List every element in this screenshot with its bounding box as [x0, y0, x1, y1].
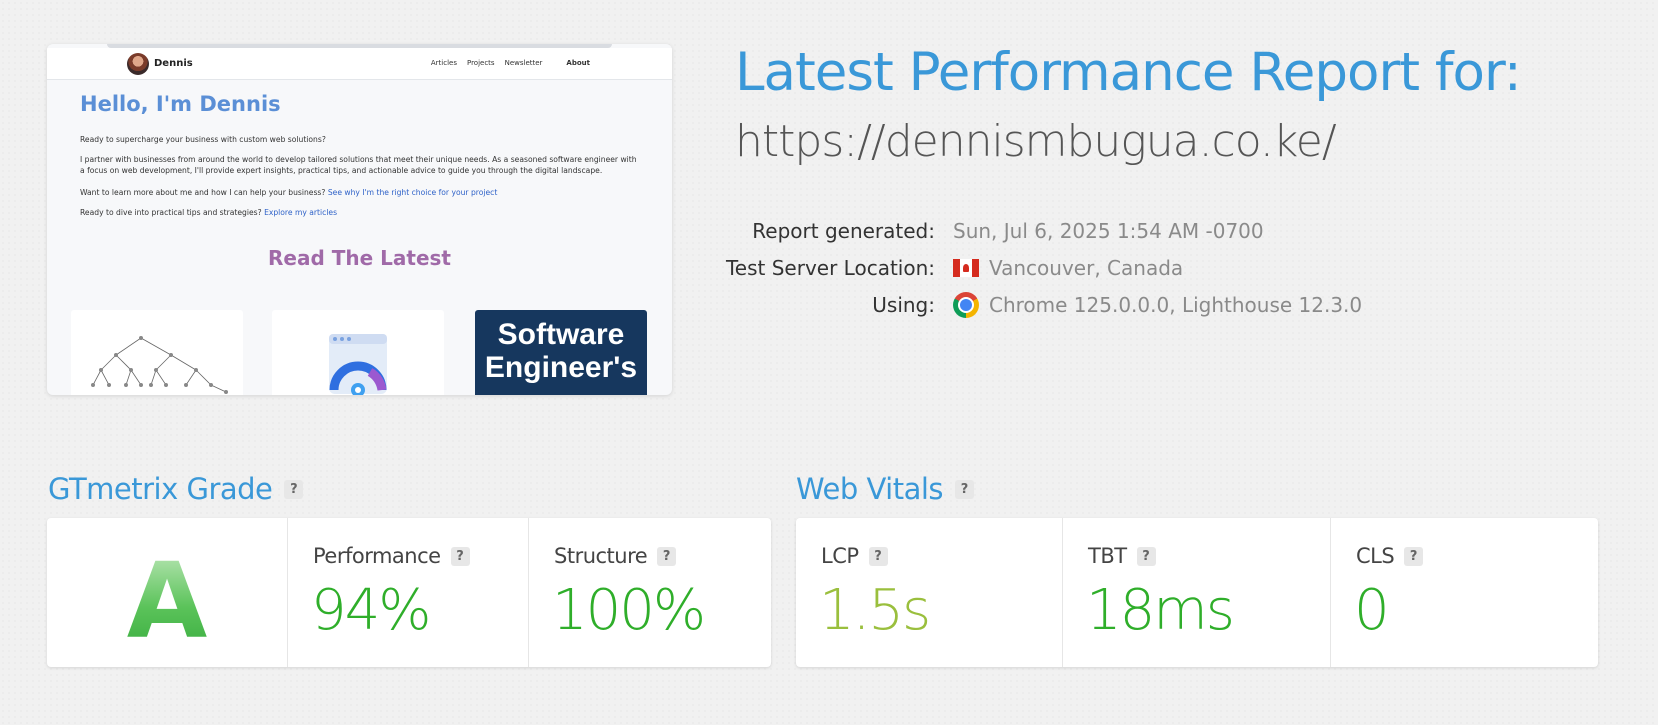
- cls-cell: CLS ? 0: [1331, 518, 1598, 667]
- structure-label-row: Structure ?: [554, 544, 677, 568]
- using-text: Chrome 125.0.0.0, Lighthouse 12.3.0: [989, 292, 1363, 317]
- lcp-cell: LCP ? 1.5s: [796, 518, 1063, 667]
- report-title: Latest Performance Report for:: [735, 42, 1522, 103]
- tree-diagram-icon: [91, 336, 228, 394]
- generated-date: Sun, Jul 6, 2025 1:54 AM -0700: [953, 218, 1264, 243]
- meta-row-using: Using: Chrome 125.0.0.0, Lighthouse 12.3…: [700, 286, 1362, 323]
- canada-flag-icon: [953, 258, 979, 277]
- report-url[interactable]: https://dennismbugua.co.ke/: [735, 116, 1337, 167]
- thumbnail-paragraph-4: Ready to dive into practical tips and st…: [80, 207, 640, 218]
- thumbnail-menu-articles: Articles: [430, 59, 457, 67]
- thumbnail-paragraph-3: Want to learn more about me and how I ca…: [80, 187, 640, 198]
- chrome-icon: [953, 291, 979, 318]
- tbt-label: TBT: [1088, 544, 1127, 568]
- grade-cell: A: [47, 518, 288, 667]
- structure-cell: Structure ? 100%: [529, 518, 771, 667]
- gtmetrix-grade-panel: A Performance ? 94% Structure ? 100%: [47, 518, 771, 667]
- report-meta: Report generated: Sun, Jul 6, 2025 1:54 …: [700, 212, 1362, 323]
- performance-label: Performance: [313, 544, 441, 568]
- help-icon[interactable]: ?: [450, 546, 470, 566]
- lcp-value: 1.5s: [819, 578, 931, 643]
- thumbnail-menu: Articles Projects Newsletter About: [431, 59, 590, 67]
- thumbnail-brand: Dennis: [154, 58, 193, 69]
- tbt-value: 18ms: [1086, 578, 1235, 643]
- location-value: Vancouver, Canada: [953, 256, 1183, 280]
- help-icon[interactable]: ?: [284, 479, 304, 499]
- thumbnail-hello-heading: Hello, I'm Dennis: [80, 92, 281, 116]
- thumbnail-p4-link: Explore my articles: [264, 208, 338, 217]
- cls-label: CLS: [1356, 544, 1395, 568]
- thumbnail-article-card-tree: [71, 310, 243, 395]
- thumbnail-read-latest-heading: Read The Latest: [268, 246, 451, 270]
- structure-value: 100%: [552, 578, 706, 643]
- using-label: Using:: [872, 292, 935, 317]
- tbt-cell: TBT ? 18ms: [1063, 518, 1331, 667]
- performance-cell: Performance ? 94%: [288, 518, 529, 667]
- generated-value: Sun, Jul 6, 2025 1:54 AM -0700: [953, 219, 1264, 243]
- lcp-label: LCP: [821, 544, 859, 568]
- grade-letter: A: [47, 540, 287, 662]
- page-screenshot-thumbnail[interactable]: Dennis Articles Projects Newsletter Abou…: [47, 44, 672, 395]
- meta-row-generated: Report generated: Sun, Jul 6, 2025 1:54 …: [700, 212, 1362, 249]
- thumbnail-article-card-speed: [272, 310, 444, 395]
- web-vitals-panel: LCP ? 1.5s TBT ? 18ms CLS ? 0: [796, 518, 1598, 667]
- thumbnail-paragraph-1: Ready to supercharge your business with …: [80, 135, 326, 144]
- meta-row-location: Test Server Location: Vancouver, Canada: [700, 249, 1362, 286]
- thumbnail-menu-projects: Projects: [466, 59, 495, 67]
- performance-value: 94%: [311, 578, 431, 643]
- thumbnail-menu-newsletter: Newsletter: [504, 59, 543, 67]
- thumbnail-menu-about: About: [566, 59, 590, 67]
- speed-gauge-icon: [329, 334, 387, 395]
- thumbnail-p4-text: Ready to dive into practical tips and st…: [80, 208, 262, 217]
- lcp-label-row: LCP ?: [821, 544, 888, 568]
- gtmetrix-grade-title: GTmetrix Grade: [48, 472, 273, 506]
- help-icon[interactable]: ?: [955, 479, 975, 499]
- help-icon[interactable]: ?: [657, 546, 677, 566]
- cls-value: 0: [1354, 578, 1390, 643]
- cls-label-row: CLS ?: [1356, 544, 1424, 568]
- location-text: Vancouver, Canada: [989, 255, 1184, 280]
- thumbnail-p3-text: Want to learn more about me and how I ca…: [80, 188, 326, 197]
- thumbnail-paragraph-2: I partner with businesses from around th…: [80, 155, 637, 175]
- structure-label: Structure: [554, 544, 648, 568]
- avatar: [127, 53, 149, 75]
- thumbnail-navbar: Dennis Articles Projects Newsletter Abou…: [47, 48, 672, 80]
- thumbnail-article-card-book: Software Engineer's: [475, 310, 647, 395]
- gtmetrix-grade-heading: GTmetrix Grade ?: [48, 472, 304, 506]
- generated-label: Report generated:: [752, 218, 935, 243]
- web-vitals-heading: Web Vitals ?: [796, 472, 975, 506]
- thumbnail-p3-link: See why I'm the right choice for your pr…: [327, 188, 498, 197]
- tbt-label-row: TBT ?: [1088, 544, 1156, 568]
- location-label: Test Server Location:: [725, 255, 935, 280]
- help-icon[interactable]: ?: [1404, 546, 1424, 566]
- performance-label-row: Performance ?: [313, 544, 470, 568]
- using-value: Chrome 125.0.0.0, Lighthouse 12.3.0: [953, 291, 1363, 318]
- web-vitals-title: Web Vitals: [796, 472, 944, 506]
- help-icon[interactable]: ?: [1136, 546, 1156, 566]
- help-icon[interactable]: ?: [868, 546, 888, 566]
